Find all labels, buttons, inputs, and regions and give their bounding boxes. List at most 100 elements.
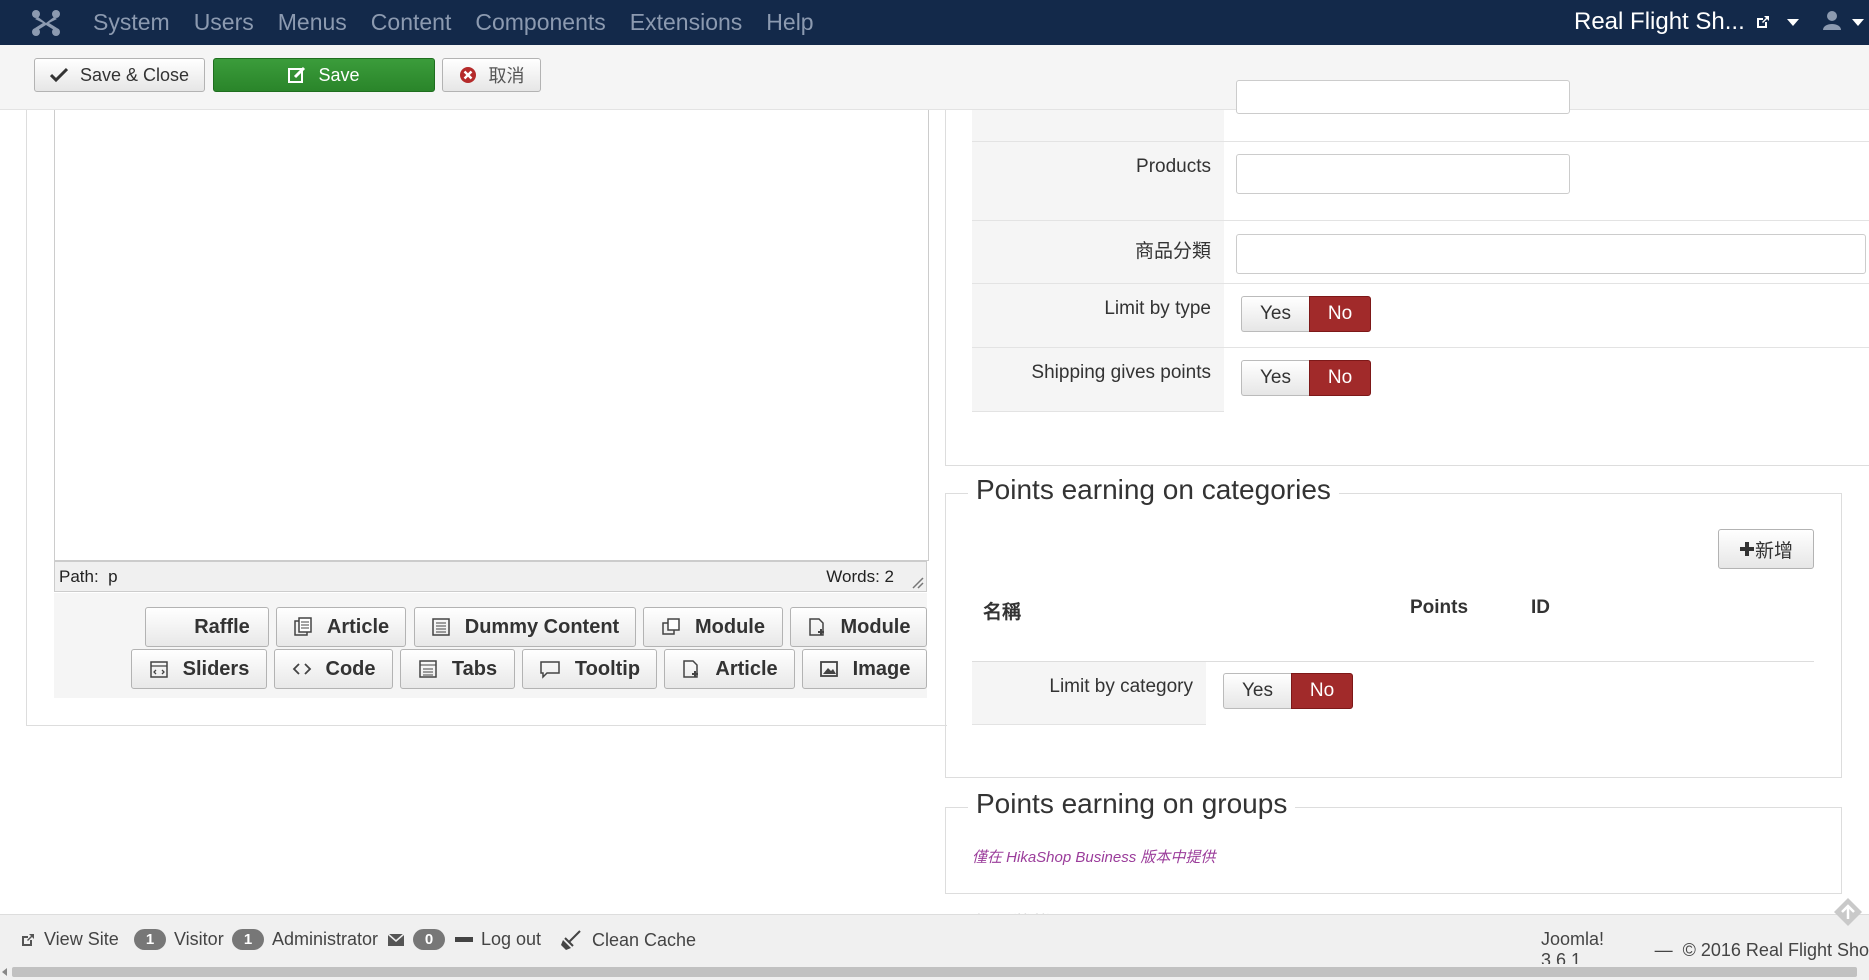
- article-button[interactable]: Article: [276, 607, 406, 647]
- limit-type-toggle: Yes No: [1241, 296, 1371, 332]
- view-site-label: View Site: [44, 929, 119, 949]
- chevron-down-icon: [1786, 18, 1799, 26]
- user-icon[interactable]: [1823, 10, 1841, 30]
- save-button[interactable]: Save: [213, 58, 435, 92]
- products-input[interactable]: [1236, 154, 1570, 194]
- shipping-points-no[interactable]: No: [1309, 360, 1371, 396]
- check-icon: [49, 67, 68, 83]
- admin-label: Administrator: [272, 929, 379, 949]
- image-icon: [819, 660, 839, 678]
- code-button[interactable]: Code: [274, 649, 393, 689]
- cancel-circle-icon: [459, 66, 477, 84]
- cancel-button[interactable]: 取消: [442, 58, 541, 92]
- user-menu-chevron-icon[interactable]: [1852, 19, 1864, 26]
- column-header-points: Points: [1410, 597, 1469, 618]
- tabs-label: Tabs: [451, 657, 498, 680]
- footer-statusbar: View Site 1 Visitor 1 Administrator 0 Lo…: [0, 914, 1869, 970]
- code-icon: [292, 659, 312, 679]
- menu-users[interactable]: Users: [194, 9, 254, 36]
- scroll-left-arrow-icon[interactable]: [2, 968, 7, 976]
- cancel-label: 取消: [488, 66, 525, 86]
- menu-menus[interactable]: Menus: [278, 9, 347, 36]
- shipping-points-label: Shipping gives points: [972, 348, 1224, 412]
- menu-help[interactable]: Help: [766, 9, 813, 36]
- sliders-icon: [149, 659, 169, 679]
- article-label-2: Article: [715, 657, 778, 680]
- clean-cache-link[interactable]: Clean Cache: [560, 929, 696, 951]
- partial-input[interactable]: [1236, 80, 1570, 114]
- column-header-name: 名稱: [983, 602, 1022, 623]
- path-label: Path:: [59, 567, 99, 586]
- raffle-button[interactable]: Raffle: [145, 607, 269, 647]
- action-toolbar: Save & Close Save 取消: [0, 45, 1869, 110]
- image-label: Image: [852, 657, 911, 680]
- limit-category-no[interactable]: No: [1291, 673, 1353, 709]
- resize-handle-icon[interactable]: [910, 575, 924, 589]
- categories-section-title: Points earning on categories: [968, 474, 1339, 506]
- rich-text-editor-area[interactable]: [54, 110, 929, 561]
- limit-type-label: Limit by type: [972, 284, 1224, 348]
- dummy-content-button[interactable]: Dummy Content: [414, 607, 636, 647]
- clean-cache-label: Clean Cache: [592, 929, 697, 950]
- minus-icon: [455, 936, 473, 942]
- dummy-content-label: Dummy Content: [464, 615, 620, 638]
- plus-icon: [1739, 542, 1754, 556]
- categories-fieldset: [945, 493, 1842, 778]
- site-name-link[interactable]: Real Flight Sh...: [1574, 8, 1799, 36]
- logout-label: Log out: [481, 929, 542, 949]
- raffle-label: Raffle: [194, 615, 250, 638]
- comment-icon: [539, 659, 561, 679]
- scrollbar-thumb[interactable]: [12, 967, 1857, 977]
- limit-category-yes[interactable]: Yes: [1223, 673, 1291, 709]
- tooltip-label: Tooltip: [574, 657, 641, 680]
- word-count: Words: 2: [826, 567, 894, 586]
- article-button-2[interactable]: Article: [664, 649, 795, 689]
- row-divider: [1224, 141, 1869, 142]
- business-only-note: 僅在 HikaShop Business 版本中提供: [972, 849, 1216, 866]
- admins-indicator[interactable]: 1 Administrator: [232, 929, 378, 950]
- menu-content[interactable]: Content: [371, 9, 452, 36]
- modules-icon: [661, 617, 681, 637]
- logout-link[interactable]: Log out: [455, 929, 541, 950]
- view-site-link[interactable]: View Site: [20, 929, 119, 950]
- admin-count-badge: 1: [232, 929, 264, 950]
- limit-type-yes[interactable]: Yes: [1241, 296, 1309, 332]
- messages-indicator[interactable]: 0: [387, 929, 453, 950]
- visitor-count-badge: 1: [134, 929, 166, 950]
- limit-type-no[interactable]: No: [1309, 296, 1371, 332]
- shipping-points-toggle: Yes No: [1241, 360, 1371, 396]
- products-label: Products: [972, 142, 1224, 221]
- category-input[interactable]: [1236, 234, 1866, 274]
- top-navbar: System Users Menus Content Components Ex…: [0, 0, 1869, 45]
- menu-extensions[interactable]: Extensions: [630, 9, 743, 36]
- save-close-button[interactable]: Save & Close: [34, 58, 205, 92]
- module-button-2[interactable]: Module: [790, 607, 927, 647]
- add-category-button[interactable]: 新增: [1718, 529, 1814, 569]
- site-name: Real Flight Sh...: [1574, 8, 1745, 35]
- save-label: Save: [318, 64, 360, 85]
- groups-section-title: Points earning on groups: [968, 788, 1296, 820]
- shipping-points-yes[interactable]: Yes: [1241, 360, 1309, 396]
- visitors-indicator[interactable]: 1 Visitor: [134, 929, 224, 950]
- horizontal-scrollbar[interactable]: [0, 964, 1869, 980]
- code-label: Code: [325, 657, 376, 680]
- column-header-id: ID: [1531, 597, 1550, 618]
- menu-system[interactable]: System: [93, 9, 170, 36]
- image-button[interactable]: Image: [802, 649, 927, 689]
- scroll-to-top-icon[interactable]: [1832, 896, 1864, 928]
- category-label: 商品分類: [972, 221, 1224, 284]
- row-divider: [1224, 347, 1869, 348]
- sliders-button[interactable]: Sliders: [131, 649, 267, 689]
- envelope-icon: [387, 932, 405, 946]
- tabs-button[interactable]: Tabs: [400, 649, 515, 689]
- menu-components[interactable]: Components: [475, 9, 605, 36]
- copyright-text: © 2016 Real Flight Sho: [1682, 939, 1869, 960]
- editor-path: Path: p: [59, 567, 118, 587]
- module-button-1[interactable]: Module: [643, 607, 783, 647]
- joomla-logo-icon[interactable]: [30, 8, 62, 38]
- tooltip-button[interactable]: Tooltip: [522, 649, 657, 689]
- visitor-label: Visitor: [174, 929, 224, 949]
- sliders-label: Sliders: [182, 657, 250, 680]
- path-value[interactable]: p: [108, 567, 117, 586]
- editor-extension-buttons: Raffle Article Dummy Content Module Modu…: [54, 593, 927, 698]
